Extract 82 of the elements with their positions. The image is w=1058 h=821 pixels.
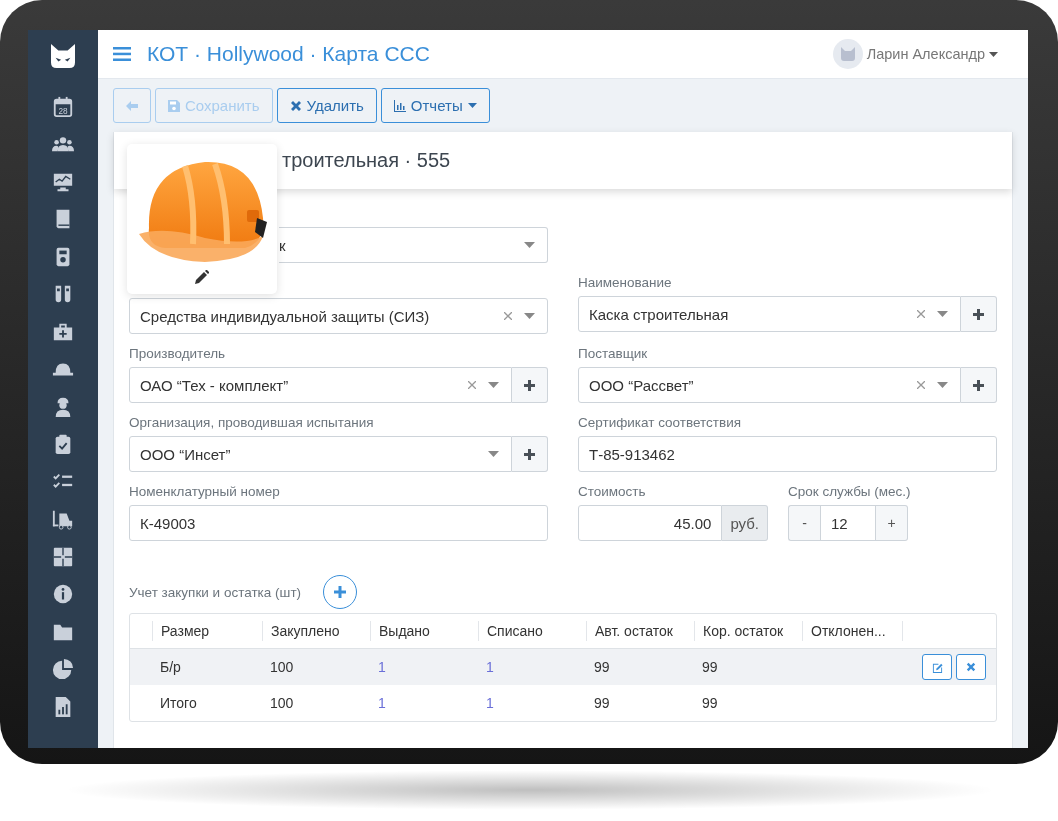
plus-icon [973, 379, 984, 391]
table-link[interactable]: 1 [486, 695, 494, 711]
edit-button[interactable] [922, 654, 952, 680]
table-cell: 100 [270, 695, 294, 711]
select-field[interactable]: ООО “Инсет” [129, 436, 512, 472]
section-label: Учет закупки и остатка (шт) [129, 584, 302, 600]
delete-button[interactable] [956, 654, 986, 680]
price-field[interactable]: 45.00 [578, 505, 723, 541]
cat-mask-logo-icon[interactable] [49, 44, 77, 68]
clear-icon[interactable] [504, 312, 512, 320]
column-header[interactable]: Кор. остаток [703, 623, 784, 639]
caret-icon[interactable] [989, 51, 998, 57]
field-label: Организация, проводившая испытания [129, 415, 375, 430]
edit-icon [931, 661, 943, 673]
field-label: Сертификат соответствия [578, 415, 743, 430]
caret-icon [467, 103, 477, 108]
select-field[interactable]: к [279, 227, 548, 263]
field-label: Поставщик [578, 346, 649, 361]
decrement-button[interactable]: - [788, 505, 820, 541]
select-field[interactable]: Средства индивидуальной защиты (СИЗ) [129, 298, 548, 334]
page-title: троительная · 555 [282, 149, 451, 172]
column-header[interactable]: Размер [161, 623, 210, 639]
text-field[interactable]: Т-85-913462 [578, 436, 997, 472]
column-header[interactable]: Отклонен... [811, 623, 886, 639]
column-header[interactable]: Списано [487, 623, 543, 639]
clear-icon[interactable] [468, 381, 476, 389]
table-cell: 99 [702, 659, 718, 675]
plus-icon [973, 308, 984, 320]
text-field[interactable]: К-49003 [129, 505, 548, 541]
plus-icon [524, 448, 535, 460]
user-name-dropdown[interactable]: Ларин Александр [866, 46, 985, 62]
table-cell: 100 [270, 659, 294, 675]
puzzle-icon[interactable] [52, 545, 74, 568]
table-cell: Итого [160, 695, 197, 711]
clear-icon[interactable] [917, 310, 925, 318]
pencil-icon[interactable] [195, 270, 209, 284]
column-header[interactable]: Закуплено [271, 623, 340, 639]
column-header[interactable]: Выдано [379, 623, 430, 639]
pie-chart-icon[interactable] [52, 658, 74, 680]
close-icon [289, 99, 302, 112]
menu-icon[interactable] [113, 47, 131, 61]
bar-chart-icon [393, 99, 406, 112]
caret-icon [937, 382, 948, 388]
clear-icon[interactable] [917, 381, 925, 389]
save-icon [168, 99, 180, 112]
caret-icon [488, 382, 499, 388]
breadcrumb: КОТ · Hollywood · Карта ССС [147, 42, 430, 66]
select-field[interactable]: Каска строительная [578, 296, 961, 332]
table-cell: 99 [594, 695, 610, 711]
currency-label: руб. [722, 505, 768, 541]
plus-icon [524, 379, 535, 391]
close-icon [966, 662, 976, 672]
caret-icon [524, 313, 535, 319]
table-row[interactable]: Итого 100 1 1 99 99 [130, 685, 996, 721]
field-label: Производитель [129, 346, 227, 361]
plus-icon [334, 586, 347, 598]
caret-icon [488, 451, 499, 457]
table-cell: 99 [702, 695, 718, 711]
add-button[interactable] [323, 575, 358, 609]
field-label: Номенклатурный номер [129, 484, 281, 499]
table-cell: Б/р [160, 659, 181, 675]
field-label: Наименование [578, 275, 673, 290]
field-label: Стоимость [578, 484, 647, 499]
table-cell: 99 [594, 659, 610, 675]
reports-dropdown-button[interactable]: Отчеты [380, 88, 490, 123]
caret-icon [937, 311, 948, 317]
field-label: Срок службы (мес.) [788, 484, 908, 499]
info-icon[interactable] [52, 583, 74, 605]
select-field[interactable]: ООО “Рассвет” [578, 367, 961, 403]
column-header[interactable]: Авт. остаток [595, 623, 673, 639]
forklift-icon[interactable] [52, 508, 74, 530]
number-field[interactable]: 12 [820, 505, 876, 541]
table-row[interactable]: Б/р 100 1 1 99 99 [130, 649, 996, 685]
select-field[interactable]: ОАО “Тех - комплект” [129, 367, 512, 403]
delete-button[interactable]: Удалить [276, 88, 377, 123]
table-link[interactable]: 1 [486, 659, 494, 675]
table-link[interactable]: 1 [378, 695, 386, 711]
increment-button[interactable]: + [876, 505, 908, 541]
table-link[interactable]: 1 [378, 659, 386, 675]
caret-icon [524, 242, 535, 248]
calendar-icon[interactable]: 28 [52, 95, 74, 118]
back-arrow-icon [126, 99, 138, 112]
